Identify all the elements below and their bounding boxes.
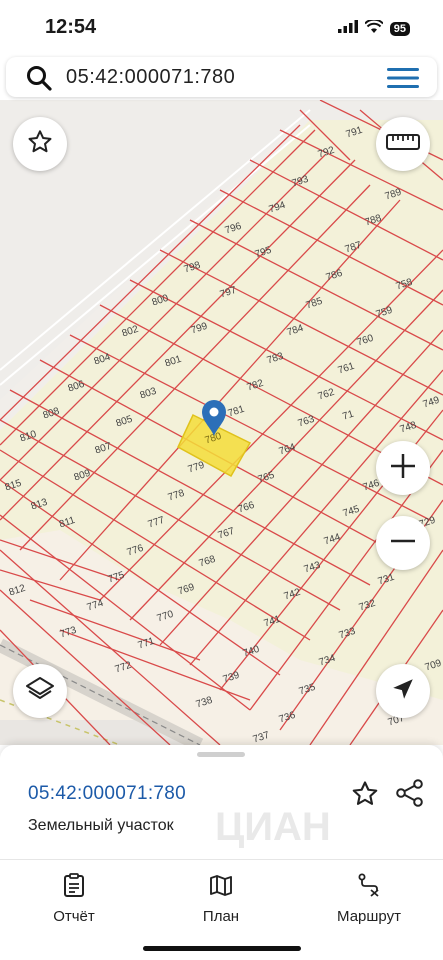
- locate-button[interactable]: [376, 664, 430, 718]
- ruler-icon: [386, 133, 420, 156]
- status-icons: 95: [337, 18, 410, 38]
- tab-plan-label: План: [202, 908, 240, 925]
- wifi-icon: [364, 18, 384, 38]
- share-icon[interactable]: [395, 778, 425, 813]
- ruler-button[interactable]: [376, 117, 430, 171]
- report-icon: [63, 873, 85, 901]
- map-icon: [209, 875, 233, 901]
- cadastral-map[interactable]: 791 792 793 794 795 796 797 798 799 800 801 802 803 8…: [0, 100, 443, 745]
- watermark: ЦИАН: [215, 805, 331, 849]
- plus-icon: [389, 452, 417, 485]
- location-arrow-icon: [390, 676, 416, 707]
- minus-icon: [389, 527, 417, 560]
- home-indicator: [143, 946, 301, 951]
- route-icon: [357, 873, 381, 901]
- zoom-in-button[interactable]: [376, 441, 430, 495]
- tab-plan[interactable]: План: [161, 873, 281, 925]
- tab-report-label: Отчёт: [53, 908, 95, 925]
- search-input[interactable]: 05:42:000071:780: [66, 66, 235, 89]
- status-bar: 12:54 95: [0, 0, 443, 56]
- status-time: 12:54: [45, 16, 97, 38]
- signal-icon: [337, 20, 358, 38]
- layers-button[interactable]: [13, 664, 67, 718]
- layers-icon: [25, 674, 55, 709]
- cadastral-number: 05:42:000071:780: [28, 783, 187, 804]
- tab-report[interactable]: Отчёт: [14, 873, 134, 925]
- search-icon[interactable]: [26, 65, 52, 96]
- parcel-details-sheet[interactable]: ЦИАН 05:42:000071:780 Земельный участок …: [0, 745, 443, 960]
- favorite-map-button[interactable]: [13, 117, 67, 171]
- map-canvas[interactable]: 7917927937947957967977987998008018028038…: [0, 100, 443, 745]
- parcel-type: Земельный участок: [28, 817, 174, 834]
- tab-route[interactable]: Маршрут: [309, 873, 429, 925]
- favorite-star-icon[interactable]: [350, 779, 380, 814]
- search-bar[interactable]: 05:42:000071:780: [6, 57, 437, 97]
- star-icon: [26, 128, 54, 161]
- menu-icon[interactable]: [387, 67, 419, 94]
- zoom-out-button[interactable]: [376, 516, 430, 570]
- battery-indicator: 95: [389, 22, 410, 36]
- tab-route-label: Маршрут: [337, 908, 401, 925]
- sheet-grabber[interactable]: [197, 752, 245, 757]
- sheet-divider: [0, 859, 443, 860]
